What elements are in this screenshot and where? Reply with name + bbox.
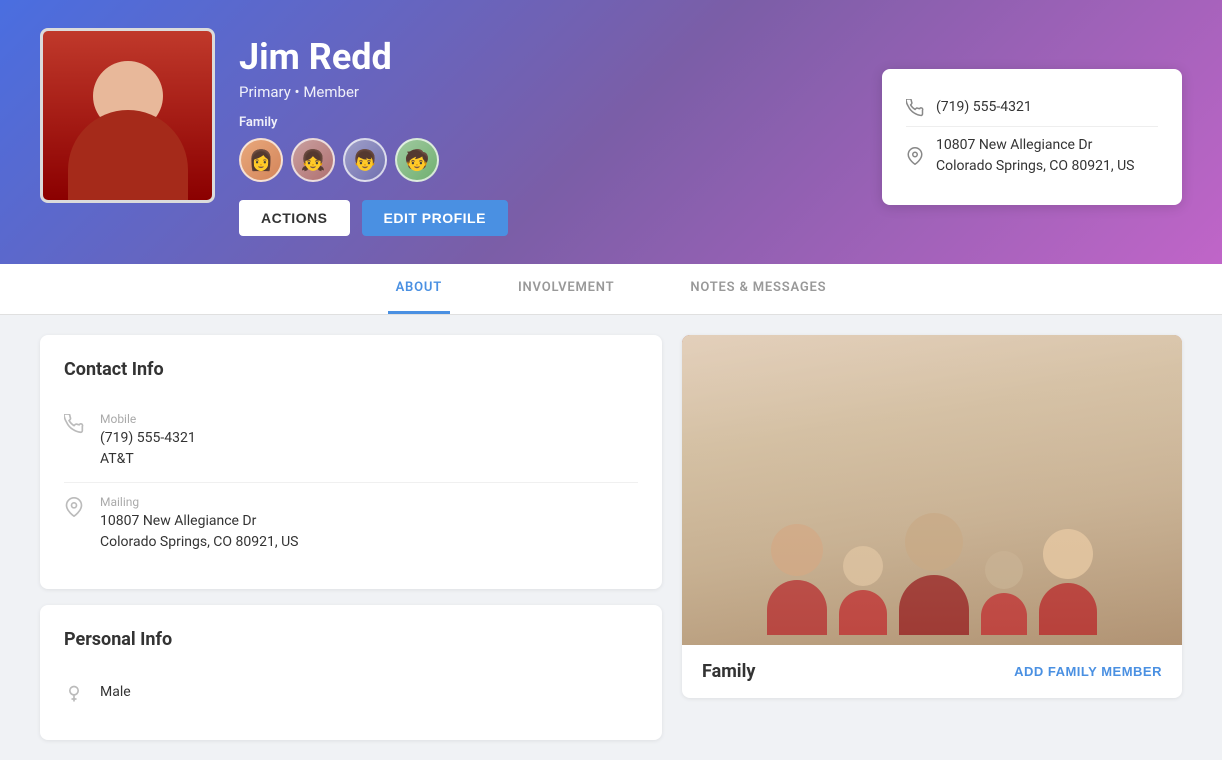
main-content: Contact Info Mobile (719) 555-4321 AT&T <box>0 315 1222 760</box>
gender-content: Male <box>100 682 638 703</box>
contact-card: (719) 555-4321 10807 New Allegiance Dr C… <box>882 69 1182 205</box>
personal-info-card: Personal Info Male <box>40 605 662 740</box>
mobile-phone-icon <box>64 414 84 434</box>
mailing-line2: Colorado Springs, CO 80921, US <box>100 534 298 550</box>
mobile-carrier: AT&T <box>100 451 134 467</box>
mailing-value: 10807 New Allegiance Dr Colorado Springs… <box>100 511 638 553</box>
family-photo-area <box>682 335 1182 645</box>
mailing-label: Mailing <box>100 495 638 509</box>
contact-info-card: Contact Info Mobile (719) 555-4321 AT&T <box>40 335 662 589</box>
gender-info-row: Male <box>64 670 638 716</box>
profile-info: Jim Redd Primary • Member Family 👩 👧 👦 🧒… <box>239 28 858 236</box>
phone-icon <box>906 99 924 117</box>
family-avatars: 👩 👧 👦 🧒 <box>239 138 858 182</box>
mobile-info-content: Mobile (719) 555-4321 AT&T <box>100 412 638 470</box>
contact-phone-text: (719) 555-4321 <box>936 97 1032 118</box>
family-avatar-2[interactable]: 👧 <box>291 138 335 182</box>
tabs-bar: ABOUT INVOLVEMENT NOTES & MESSAGES <box>0 264 1222 315</box>
tab-involvement[interactable]: INVOLVEMENT <box>510 264 622 314</box>
tab-notes[interactable]: NOTES & MESSAGES <box>682 264 834 314</box>
edit-profile-button[interactable]: EDIT PROFILE <box>362 200 508 236</box>
right-column: Family ADD FAMILY MEMBER <box>682 335 1182 740</box>
contact-info-title: Contact Info <box>64 359 638 380</box>
family-footer: Family ADD FAMILY MEMBER <box>682 645 1182 698</box>
tab-about[interactable]: ABOUT <box>388 264 450 314</box>
contact-address-text: 10807 New Allegiance Dr Colorado Springs… <box>936 135 1134 177</box>
personal-info-title: Personal Info <box>64 629 638 650</box>
contact-address-line2: Colorado Springs, CO 80921, US <box>936 158 1134 174</box>
family-photo-card: Family ADD FAMILY MEMBER <box>682 335 1182 698</box>
mobile-value: (719) 555-4321 AT&T <box>100 428 638 470</box>
mailing-info-row: Mailing 10807 New Allegiance Dr Colorado… <box>64 483 638 565</box>
profile-photo <box>40 28 215 203</box>
contact-address-line1: 10807 New Allegiance Dr <box>936 137 1092 153</box>
location-icon <box>906 147 924 165</box>
mailing-info-content: Mailing 10807 New Allegiance Dr Colorado… <box>100 495 638 553</box>
family-avatar-3[interactable]: 👦 <box>343 138 387 182</box>
contact-address-row: 10807 New Allegiance Dr Colorado Springs… <box>906 127 1158 185</box>
family-avatar-4[interactable]: 🧒 <box>395 138 439 182</box>
mailing-location-icon <box>64 497 84 517</box>
left-column: Contact Info Mobile (719) 555-4321 AT&T <box>40 335 662 740</box>
profile-banner: Jim Redd Primary • Member Family 👩 👧 👦 🧒… <box>0 0 1222 264</box>
profile-subtitle: Primary • Member <box>239 83 858 101</box>
profile-name: Jim Redd <box>239 36 858 79</box>
mobile-info-row: Mobile (719) 555-4321 AT&T <box>64 400 638 483</box>
family-avatar-1[interactable]: 👩 <box>239 138 283 182</box>
family-section-title: Family <box>702 661 755 682</box>
mobile-number: (719) 555-4321 <box>100 430 196 446</box>
gender-value: Male <box>100 682 638 703</box>
mailing-line1: 10807 New Allegiance Dr <box>100 513 256 529</box>
actions-button[interactable]: ACTIONS <box>239 200 350 236</box>
family-label: Family <box>239 115 858 130</box>
add-family-member-button[interactable]: ADD FAMILY MEMBER <box>1014 664 1162 679</box>
mobile-label: Mobile <box>100 412 638 426</box>
contact-phone-row: (719) 555-4321 <box>906 89 1158 127</box>
gender-icon <box>64 684 84 704</box>
profile-actions: ACTIONS EDIT PROFILE <box>239 200 858 236</box>
